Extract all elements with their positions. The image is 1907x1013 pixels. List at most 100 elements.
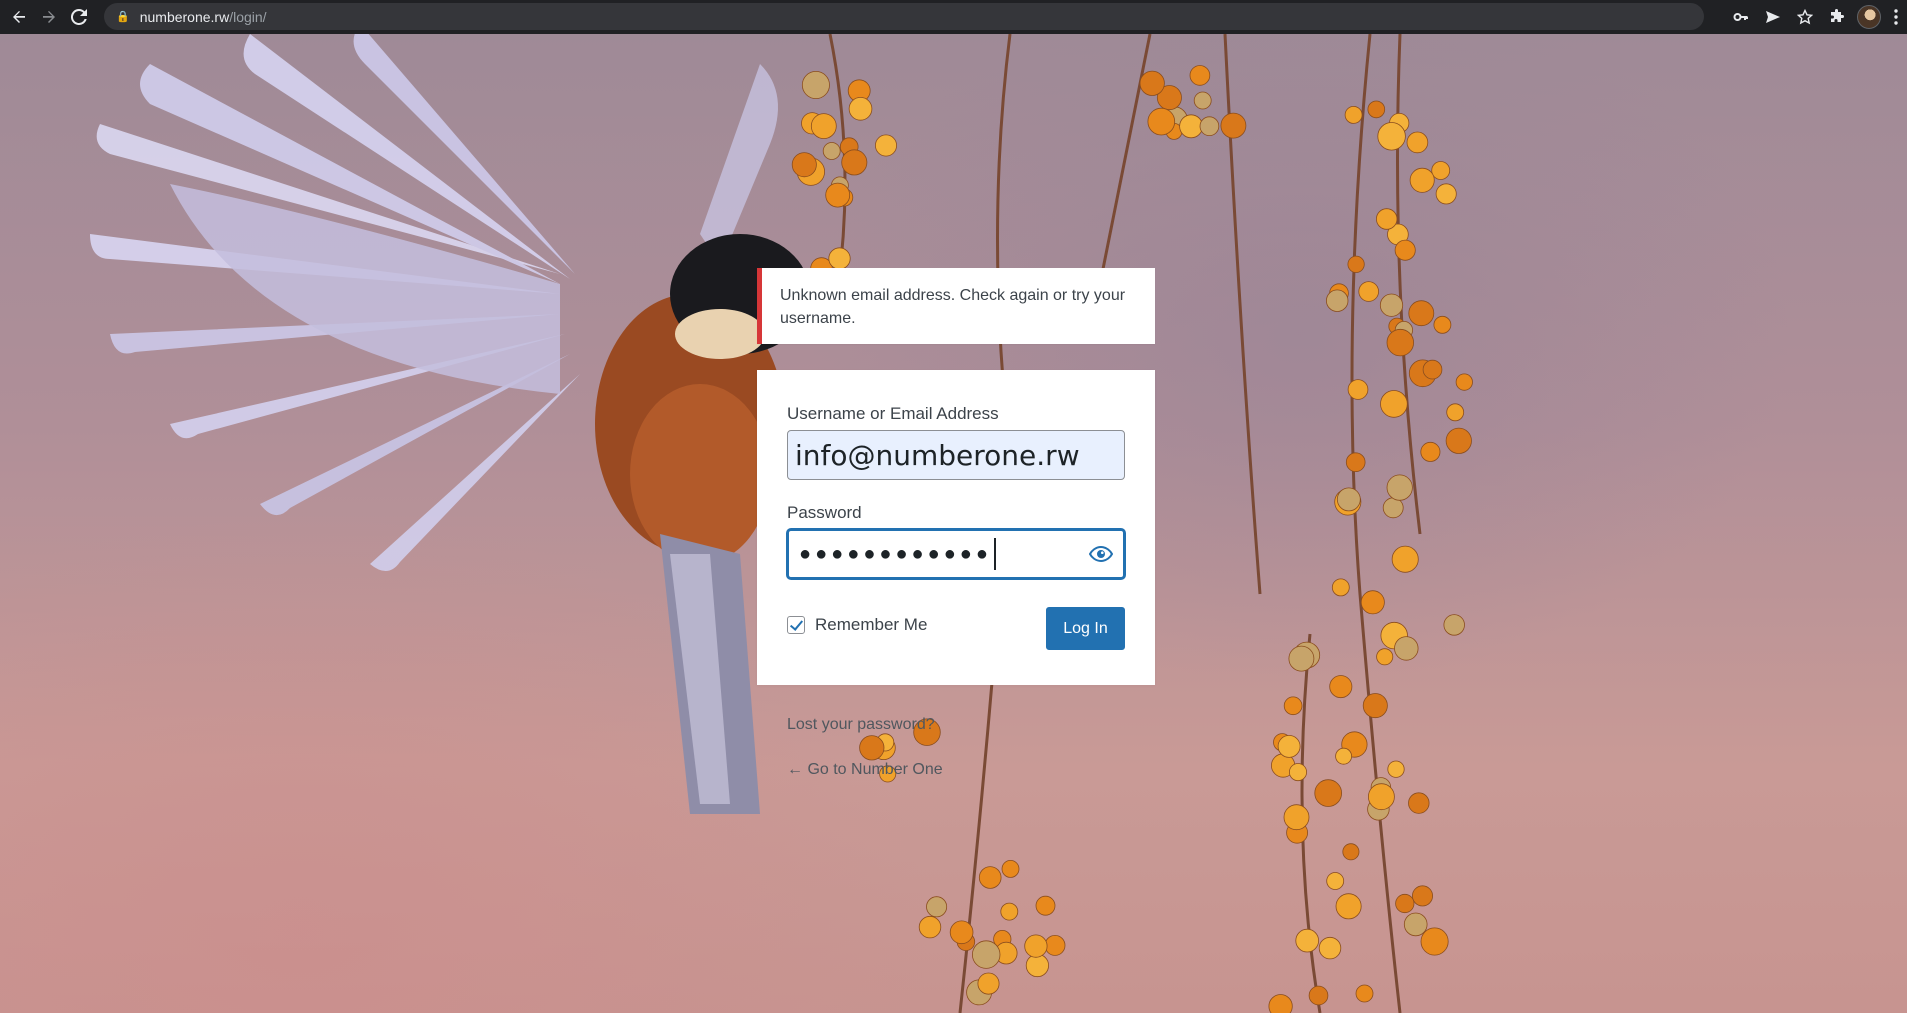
- error-message: Unknown email address. Check again or tr…: [780, 287, 1126, 327]
- berry: [1277, 735, 1301, 758]
- berry: [1331, 578, 1350, 597]
- url-path: /login/: [229, 8, 267, 25]
- berry: [825, 182, 851, 208]
- back-to-site-link[interactable]: ← Go to Number One: [787, 761, 943, 779]
- berry: [1358, 281, 1379, 302]
- berry: [1435, 183, 1457, 205]
- berry: [822, 142, 841, 160]
- send-icon[interactable]: [1757, 1, 1789, 33]
- lock-icon: 🔒: [116, 11, 130, 23]
- forward-button[interactable]: [34, 2, 64, 32]
- arrow-left-icon: [13, 11, 25, 23]
- berry: [1268, 994, 1293, 1013]
- berry: [1409, 167, 1435, 193]
- berry: [1344, 106, 1363, 124]
- lost-password-link[interactable]: Lost your password?: [787, 716, 935, 734]
- berry: [1420, 927, 1449, 956]
- berry: [1193, 91, 1212, 110]
- berry: [810, 113, 837, 139]
- berry: [1329, 675, 1353, 699]
- username-value: info@numberone.rw: [795, 438, 1080, 472]
- avatar: [1857, 5, 1881, 29]
- browser-toolbar: 🔒 numberone.rw/login/: [0, 0, 1907, 34]
- berry: [1403, 912, 1428, 937]
- berry: [848, 97, 873, 121]
- profile-button[interactable]: [1853, 1, 1885, 33]
- berry: [1420, 441, 1441, 462]
- berry: [1362, 693, 1388, 719]
- berry: [949, 920, 974, 945]
- berry: [918, 915, 942, 939]
- berry: [875, 134, 898, 157]
- berry: [1336, 487, 1361, 512]
- star-icon[interactable]: [1789, 1, 1821, 33]
- berry: [1345, 452, 1366, 473]
- berry: [1326, 872, 1345, 890]
- berry: [1295, 928, 1319, 953]
- puzzle-icon[interactable]: [1821, 1, 1853, 33]
- berry: [1308, 985, 1329, 1006]
- berry: [1382, 497, 1404, 519]
- password-dots: ●●●●●●●●●●●●: [799, 542, 992, 565]
- berry: [1179, 114, 1203, 139]
- username-input[interactable]: info@numberone.rw: [787, 430, 1125, 480]
- reload-button[interactable]: [64, 2, 94, 32]
- berry: [1220, 112, 1247, 139]
- form-actions-row: Remember Me Log In: [787, 599, 1125, 650]
- berry: [1368, 783, 1395, 811]
- address-bar[interactable]: 🔒 numberone.rw/login/: [104, 3, 1704, 30]
- show-password-eye-icon[interactable]: [1087, 540, 1115, 568]
- key-icon[interactable]: [1725, 1, 1757, 33]
- berry: [1342, 843, 1360, 861]
- berry: [1314, 779, 1342, 807]
- berry: [1394, 636, 1419, 661]
- remember-me: Remember Me: [787, 615, 927, 635]
- berry: [1367, 100, 1386, 119]
- berry: [1001, 860, 1020, 878]
- berry: [1044, 935, 1066, 956]
- berry: [1347, 379, 1369, 400]
- berry: [801, 71, 830, 100]
- berry: [1347, 255, 1365, 273]
- berry: [1288, 645, 1315, 672]
- berry: [1024, 934, 1048, 958]
- berry: [977, 972, 1000, 995]
- berry: [1387, 760, 1405, 778]
- berry: [1446, 403, 1465, 422]
- berry: [1386, 474, 1413, 501]
- berry: [1375, 208, 1398, 230]
- berry: [926, 896, 948, 918]
- berry: [1147, 107, 1176, 136]
- berry: [1386, 328, 1415, 357]
- password-input[interactable]: ●●●●●●●●●●●●: [787, 529, 1125, 579]
- berry: [1325, 289, 1349, 312]
- berry: [1360, 590, 1385, 615]
- berry: [841, 149, 868, 176]
- remember-me-checkbox[interactable]: [787, 615, 805, 634]
- password-field: ●●●●●●●●●●●●: [787, 529, 1125, 579]
- berry: [1035, 895, 1056, 916]
- log-in-button[interactable]: Log In: [1046, 607, 1125, 650]
- berry: [1395, 893, 1415, 914]
- berry: [1406, 131, 1429, 154]
- back-button[interactable]: [4, 2, 34, 32]
- berry: [1412, 885, 1434, 907]
- error-notice: Unknown email address. Check again or tr…: [757, 268, 1155, 344]
- berry: [1379, 293, 1404, 317]
- berry: [1455, 373, 1473, 391]
- berry: [1000, 902, 1019, 921]
- toolbar-actions: [1725, 0, 1907, 34]
- berry: [1445, 427, 1472, 454]
- kebab-menu-icon[interactable]: [1885, 1, 1907, 33]
- berry: [1431, 161, 1451, 180]
- password-label: Password: [787, 503, 862, 522]
- berry: [1318, 936, 1342, 960]
- berry: [1283, 804, 1310, 831]
- berry: [978, 866, 1002, 889]
- url-host: numberone.rw: [139, 8, 230, 25]
- berry: [1335, 747, 1352, 765]
- reload-icon: [71, 9, 87, 25]
- berry: [1394, 239, 1416, 261]
- berry: [1289, 763, 1308, 782]
- berry: [1377, 122, 1406, 151]
